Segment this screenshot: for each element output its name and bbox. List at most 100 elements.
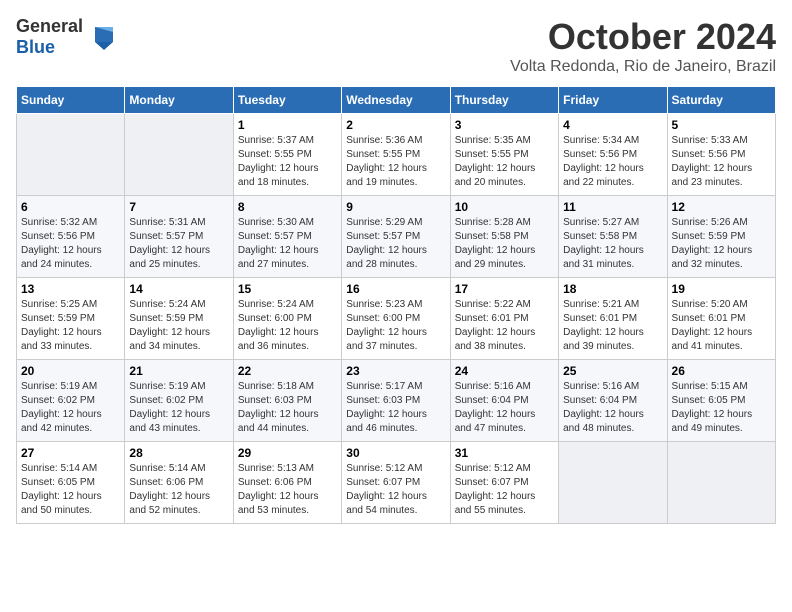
calendar-cell: 13Sunrise: 5:25 AMSunset: 5:59 PMDayligh… (17, 278, 125, 360)
day-info: Sunrise: 5:35 AMSunset: 5:55 PMDaylight:… (455, 134, 554, 190)
day-number: 12 (672, 200, 771, 214)
weekday-header: Friday (559, 87, 667, 114)
calendar-cell: 14Sunrise: 5:24 AMSunset: 5:59 PMDayligh… (125, 278, 233, 360)
weekday-header-row: SundayMondayTuesdayWednesdayThursdayFrid… (17, 87, 776, 114)
day-number: 21 (129, 364, 228, 378)
day-number: 6 (21, 200, 120, 214)
day-number: 14 (129, 282, 228, 296)
day-info: Sunrise: 5:12 AMSunset: 6:07 PMDaylight:… (455, 462, 554, 518)
day-info: Sunrise: 5:17 AMSunset: 6:03 PMDaylight:… (346, 380, 445, 436)
day-info: Sunrise: 5:22 AMSunset: 6:01 PMDaylight:… (455, 298, 554, 354)
logo-blue: Blue (16, 37, 55, 57)
day-info: Sunrise: 5:16 AMSunset: 6:04 PMDaylight:… (563, 380, 662, 436)
day-info: Sunrise: 5:12 AMSunset: 6:07 PMDaylight:… (346, 462, 445, 518)
calendar-cell: 1 Sunrise: 5:37 AMSunset: 5:55 PMDaylight… (233, 114, 341, 196)
day-number: 1 (238, 118, 337, 132)
weekday-header: Wednesday (342, 87, 450, 114)
day-number: 24 (455, 364, 554, 378)
calendar-cell: 5 Sunrise: 5:33 AMSunset: 5:56 PMDaylight… (667, 114, 775, 196)
calendar-cell: 7Sunrise: 5:31 AMSunset: 5:57 PMDaylight… (125, 196, 233, 278)
day-number: 27 (21, 446, 120, 460)
calendar-cell: 25 Sunrise: 5:16 AMSunset: 6:04 PMDayligh… (559, 360, 667, 442)
weekday-header: Sunday (17, 87, 125, 114)
calendar-cell: 18 Sunrise: 5:21 AMSunset: 6:01 PMDayligh… (559, 278, 667, 360)
day-info: Sunrise: 5:16 AMSunset: 6:04 PMDaylight:… (455, 380, 554, 436)
calendar-cell (17, 114, 125, 196)
weekday-header: Saturday (667, 87, 775, 114)
day-number: 4 (563, 118, 662, 132)
day-number: 5 (672, 118, 771, 132)
calendar-cell: 4 Sunrise: 5:34 AMSunset: 5:56 PMDaylight… (559, 114, 667, 196)
day-info: Sunrise: 5:34 AMSunset: 5:56 PMDaylight:… (563, 134, 662, 190)
calendar-cell: 24 Sunrise: 5:16 AMSunset: 6:04 PMDayligh… (450, 360, 558, 442)
day-number: 9 (346, 200, 445, 214)
day-info: Sunrise: 5:36 AMSunset: 5:55 PMDaylight:… (346, 134, 445, 190)
calendar-cell: 9 Sunrise: 5:29 AMSunset: 5:57 PMDaylight… (342, 196, 450, 278)
day-info: Sunrise: 5:19 AMSunset: 6:02 PMDaylight:… (21, 380, 120, 436)
calendar-cell: 19 Sunrise: 5:20 AMSunset: 6:01 PMDayligh… (667, 278, 775, 360)
day-number: 13 (21, 282, 120, 296)
day-info: Sunrise: 5:28 AMSunset: 5:58 PMDaylight:… (455, 216, 554, 272)
calendar-cell: 12 Sunrise: 5:26 AMSunset: 5:59 PMDayligh… (667, 196, 775, 278)
weekday-header: Tuesday (233, 87, 341, 114)
day-number: 25 (563, 364, 662, 378)
weekday-header: Monday (125, 87, 233, 114)
day-info: Sunrise: 5:19 AMSunset: 6:02 PMDaylight:… (129, 380, 228, 436)
calendar-cell (125, 114, 233, 196)
day-number: 23 (346, 364, 445, 378)
day-info: Sunrise: 5:37 AMSunset: 5:55 PMDaylight:… (238, 134, 337, 190)
calendar-cell: 11 Sunrise: 5:27 AMSunset: 5:58 PMDayligh… (559, 196, 667, 278)
calendar-week-row: 27 Sunrise: 5:14 AMSunset: 6:05 PMDayligh… (17, 442, 776, 524)
day-info: Sunrise: 5:20 AMSunset: 6:01 PMDaylight:… (672, 298, 771, 354)
month-title: October 2024 (510, 16, 776, 58)
day-number: 11 (563, 200, 662, 214)
calendar-cell: 10 Sunrise: 5:28 AMSunset: 5:58 PMDayligh… (450, 196, 558, 278)
weekday-header: Thursday (450, 87, 558, 114)
day-number: 8 (238, 200, 337, 214)
calendar-week-row: 6 Sunrise: 5:32 AMSunset: 5:56 PMDaylight… (17, 196, 776, 278)
day-info: Sunrise: 5:15 AMSunset: 6:05 PMDaylight:… (672, 380, 771, 436)
day-info: Sunrise: 5:26 AMSunset: 5:59 PMDaylight:… (672, 216, 771, 272)
day-number: 19 (672, 282, 771, 296)
calendar-table: SundayMondayTuesdayWednesdayThursdayFrid… (16, 86, 776, 524)
day-info: Sunrise: 5:14 AMSunset: 6:05 PMDaylight:… (21, 462, 120, 518)
day-info: Sunrise: 5:13 AMSunset: 6:06 PMDaylight:… (238, 462, 337, 518)
day-number: 15 (238, 282, 337, 296)
day-info: Sunrise: 5:18 AMSunset: 6:03 PMDaylight:… (238, 380, 337, 436)
calendar-cell (559, 442, 667, 524)
day-number: 10 (455, 200, 554, 214)
page-header: General Blue October 2024 Volta Redonda,… (16, 16, 776, 76)
day-number: 18 (563, 282, 662, 296)
day-info: Sunrise: 5:14 AMSunset: 6:06 PMDaylight:… (129, 462, 228, 518)
calendar-cell: 21 Sunrise: 5:19 AMSunset: 6:02 PMDayligh… (125, 360, 233, 442)
day-number: 30 (346, 446, 445, 460)
calendar-cell: 17Sunrise: 5:22 AMSunset: 6:01 PMDayligh… (450, 278, 558, 360)
day-info: Sunrise: 5:23 AMSunset: 6:00 PMDaylight:… (346, 298, 445, 354)
day-number: 31 (455, 446, 554, 460)
calendar-cell: 6 Sunrise: 5:32 AMSunset: 5:56 PMDaylight… (17, 196, 125, 278)
calendar-cell: 8Sunrise: 5:30 AMSunset: 5:57 PMDaylight… (233, 196, 341, 278)
day-info: Sunrise: 5:31 AMSunset: 5:57 PMDaylight:… (129, 216, 228, 272)
calendar-cell: 15 Sunrise: 5:24 AMSunset: 6:00 PMDayligh… (233, 278, 341, 360)
location-title: Volta Redonda, Rio de Janeiro, Brazil (510, 58, 776, 76)
logo: General Blue (16, 16, 115, 58)
calendar-cell: 2 Sunrise: 5:36 AMSunset: 5:55 PMDaylight… (342, 114, 450, 196)
logo-icon (85, 22, 115, 52)
calendar-week-row: 1 Sunrise: 5:37 AMSunset: 5:55 PMDaylight… (17, 114, 776, 196)
day-info: Sunrise: 5:24 AMSunset: 6:00 PMDaylight:… (238, 298, 337, 354)
calendar-cell (667, 442, 775, 524)
calendar-cell: 22 Sunrise: 5:18 AMSunset: 6:03 PMDayligh… (233, 360, 341, 442)
calendar-cell: 26Sunrise: 5:15 AMSunset: 6:05 PMDayligh… (667, 360, 775, 442)
calendar-cell: 23 Sunrise: 5:17 AMSunset: 6:03 PMDayligh… (342, 360, 450, 442)
day-number: 29 (238, 446, 337, 460)
day-info: Sunrise: 5:29 AMSunset: 5:57 PMDaylight:… (346, 216, 445, 272)
calendar-cell: 16Sunrise: 5:23 AMSunset: 6:00 PMDayligh… (342, 278, 450, 360)
day-number: 22 (238, 364, 337, 378)
calendar-cell: 31 Sunrise: 5:12 AMSunset: 6:07 PMDayligh… (450, 442, 558, 524)
day-info: Sunrise: 5:32 AMSunset: 5:56 PMDaylight:… (21, 216, 120, 272)
day-info: Sunrise: 5:27 AMSunset: 5:58 PMDaylight:… (563, 216, 662, 272)
calendar-cell: 27 Sunrise: 5:14 AMSunset: 6:05 PMDayligh… (17, 442, 125, 524)
day-info: Sunrise: 5:21 AMSunset: 6:01 PMDaylight:… (563, 298, 662, 354)
day-info: Sunrise: 5:33 AMSunset: 5:56 PMDaylight:… (672, 134, 771, 190)
day-number: 2 (346, 118, 445, 132)
